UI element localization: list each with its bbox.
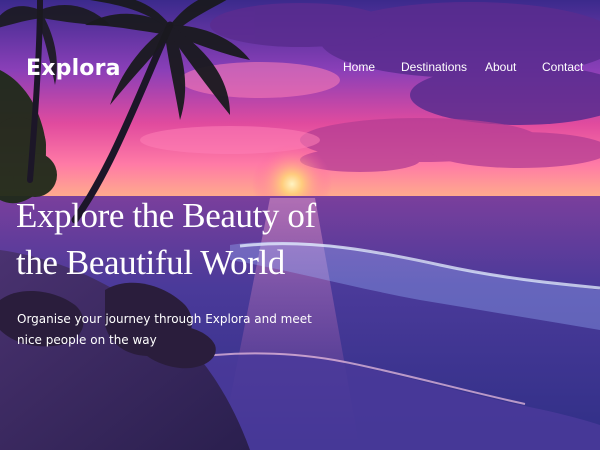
hero-section: Explora Home Destinations About Contact … bbox=[0, 0, 600, 450]
nav-link-about[interactable]: About bbox=[485, 60, 516, 74]
nav-link-destinations[interactable]: Destinations bbox=[401, 60, 467, 74]
nav-link-home[interactable]: Home bbox=[343, 60, 375, 74]
hero-headline-line-1: Explore the Beauty of bbox=[16, 196, 316, 235]
nav-link-contact[interactable]: Contact bbox=[542, 60, 583, 74]
hero-headline: Explore the Beauty of the Beautiful Worl… bbox=[16, 192, 346, 286]
main-nav: Home Destinations About Contact bbox=[0, 60, 600, 80]
hero-headline-line-2: the Beautiful World bbox=[16, 243, 285, 282]
hero-tagline: Organise your journey through Explora an… bbox=[17, 312, 312, 347]
